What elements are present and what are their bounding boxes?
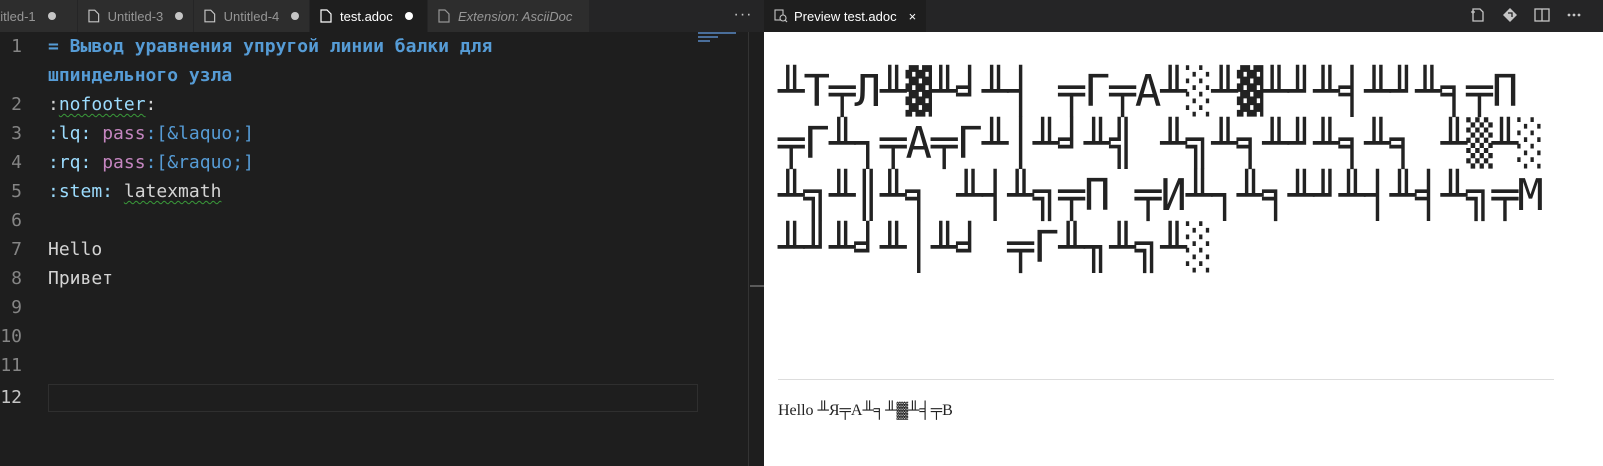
tab-untitled-3[interactable]: Untitled-3 xyxy=(78,0,194,32)
title-divider xyxy=(778,379,1554,380)
tab-untitled-4[interactable]: Untitled-4 xyxy=(194,0,310,32)
code-token: :rq: xyxy=(48,152,92,173)
code-line-nofooter: :nofooter: xyxy=(48,90,156,119)
editor-pane: Untitled-1 Untitled-3 Untitled-4 test.ad… xyxy=(0,0,768,466)
split-editor-icon[interactable] xyxy=(1533,6,1551,24)
unsaved-dot-icon xyxy=(404,12,413,20)
tab-label: Untitled-3 xyxy=(107,8,164,24)
tab-extension-asciidoc[interactable]: Extension: AsciiDoc xyxy=(428,0,590,32)
code-token: :[&laquo;] xyxy=(145,123,254,144)
code-line-rq: :rq: pass:[&raquo;] xyxy=(48,148,254,177)
tab-label: test.adoc xyxy=(340,8,393,24)
scrollbar-indicator xyxy=(750,285,764,287)
code-token: pass xyxy=(102,123,146,144)
code-token: : xyxy=(48,94,59,115)
line-number: 12 xyxy=(0,387,22,408)
current-line-highlight xyxy=(48,384,698,412)
code-token: latexmath xyxy=(123,181,222,202)
code-line-stem: :stem: latexmath xyxy=(48,177,221,206)
close-icon[interactable]: × xyxy=(909,9,917,24)
line-number: 5 xyxy=(11,181,22,202)
document-title: ╨Т╤Л╨▓╨╛╨┤ ╤Г╤А╨░╨▓╨╜╨╡╨╜╨╕╤П ╤Г╨┐╤А╤Г╨│… xyxy=(778,66,1544,273)
line-number: 9 xyxy=(11,297,22,318)
line-number: 6 xyxy=(11,210,22,231)
code-line-hello: Hello xyxy=(48,239,103,260)
unsaved-dot-icon xyxy=(47,12,56,20)
preview-document: ╨Т╤Л╨▓╨╛╨┤ ╤Г╤А╨░╨▓╨╜╨╡╨╜╨╕╤П ╤Г╨┐╤А╤Г╨│… xyxy=(778,32,1578,466)
preview-pane: Preview test.adoc × ╨Т╤Л╨▓╨╛╨┤ ╤Г╤А╨░╨▓╨… xyxy=(764,0,1603,466)
line-number: 7 xyxy=(11,239,22,260)
file-icon xyxy=(320,9,332,23)
tab-label: Untitled-1 xyxy=(0,8,36,24)
tab-label: Untitled-4 xyxy=(223,8,280,24)
preview-tab-label: Preview test.adoc xyxy=(794,8,897,24)
tab-label: Extension: AsciiDoc xyxy=(458,8,573,24)
code-token: :[&raquo;] xyxy=(145,152,254,173)
unsaved-dot-icon xyxy=(291,12,299,20)
code-token: pass xyxy=(102,152,146,173)
minimap[interactable] xyxy=(698,32,744,52)
editor-tab-bar: Untitled-1 Untitled-3 Untitled-4 test.ad… xyxy=(0,0,768,32)
line-number: 11 xyxy=(0,355,22,376)
tab-preview-test-adoc[interactable]: Preview test.adoc × xyxy=(764,0,927,32)
line-number: 10 xyxy=(0,326,22,347)
code-line-privet: Привет xyxy=(48,268,114,289)
line-number: 2 xyxy=(11,94,22,115)
vertical-scrollbar[interactable] xyxy=(748,32,763,466)
code-line-title-wrap: шпиндельного узла xyxy=(48,65,233,86)
code-token: :stem: xyxy=(48,181,114,202)
preview-icon xyxy=(774,9,788,23)
line-number: 3 xyxy=(11,123,22,144)
file-icon xyxy=(204,9,216,23)
line-number: 4 xyxy=(11,152,22,173)
code-line-title: = Вывод уравнения упругой линии балки дл… xyxy=(48,36,493,57)
git-compare-icon[interactable] xyxy=(1501,6,1519,24)
preview-tab-bar: Preview test.adoc × xyxy=(764,0,1603,32)
tab-untitled-1[interactable]: Untitled-1 xyxy=(0,0,78,32)
line-number: 1 xyxy=(11,36,22,57)
more-actions-icon[interactable] xyxy=(1565,6,1583,24)
code-line-lq: :lq: pass:[&laquo;] xyxy=(48,119,254,148)
file-icon xyxy=(88,9,100,23)
code-token: : xyxy=(145,94,157,115)
line-number: 8 xyxy=(11,268,22,289)
code-token: :lq: xyxy=(48,123,92,144)
code-area[interactable]: 1 2 3 4 5 6 7 8 9 10 11 12 = Вывод уравн… xyxy=(0,32,768,466)
file-icon xyxy=(438,9,450,23)
more-actions-button[interactable]: ··· xyxy=(732,5,754,27)
unsaved-dot-icon xyxy=(175,12,183,20)
code-token: nofooter xyxy=(58,94,146,115)
document-paragraph: Hello ╨Я╤А╨╕╨▓╨╡╤В xyxy=(778,402,953,419)
open-source-icon[interactable] xyxy=(1469,6,1487,24)
preview-actions xyxy=(1469,6,1583,24)
tab-test-adoc[interactable]: test.adoc xyxy=(310,0,428,32)
